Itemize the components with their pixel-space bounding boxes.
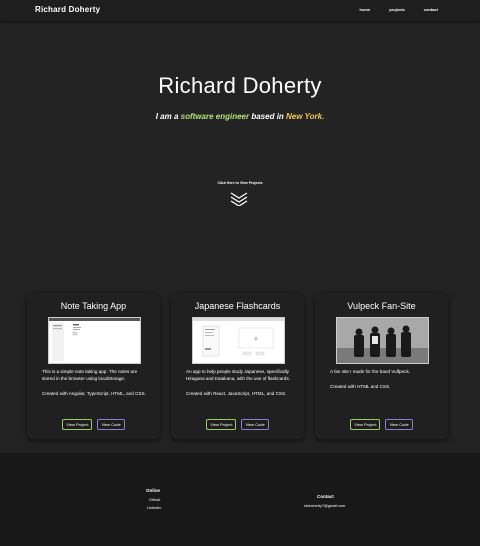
view-code-button[interactable]: View Code (385, 419, 413, 430)
project-card-japanese-flashcards: Japanese Flashcards あ An app to help peo… (171, 293, 304, 439)
band-photo (336, 317, 429, 364)
hero-sub-mid: based in (251, 112, 284, 121)
hero-title: Richard Doherty (158, 73, 322, 98)
nav-link-home[interactable]: home (360, 7, 371, 12)
footer-link-github[interactable]: Github (149, 498, 160, 502)
footer-online-heading: Online (146, 488, 161, 493)
project-description: A fan site I made for the band Vulfpeck.… (330, 369, 411, 389)
footer-email-link[interactable]: rdohcherty7@gmail.com (304, 504, 345, 508)
project-title: Vulpeck Fan-Site (347, 301, 416, 311)
project-description: An app to help people study Japanese, sp… (186, 369, 290, 397)
chevron-down-icon[interactable] (229, 190, 249, 206)
hero-subtitle: I am a software engineer based in New Yo… (0, 112, 480, 121)
hero-sub-city: New York. (286, 112, 325, 121)
nav-link-contact[interactable]: contact (424, 7, 438, 12)
footer: Online Github LinkedIn Contact rdohchert… (0, 453, 480, 546)
footer-link-linkedin[interactable]: LinkedIn (147, 506, 161, 510)
navbar: Richard Doherty home projects contact (0, 0, 480, 21)
project-title: Note Taking App (60, 301, 127, 311)
nav-links: home projects contact (360, 7, 438, 12)
svg-text:あ: あ (254, 336, 258, 341)
hero-sub-prefix: I am a (155, 112, 179, 121)
view-projects-link[interactable]: Click Here to View Projects (0, 181, 480, 185)
view-project-button[interactable]: View Project (206, 419, 237, 430)
project-screenshot (48, 317, 141, 364)
project-screenshot: あ (192, 317, 285, 364)
project-card-note-taking: Note Taking App This is a simple note ta… (27, 293, 160, 439)
view-project-button[interactable]: View Project (350, 419, 381, 430)
hero-sub-role: software engineer (180, 112, 250, 121)
brand-title[interactable]: Richard Doherty (35, 5, 100, 14)
footer-contact-heading: Contact (317, 494, 334, 499)
view-code-button[interactable]: View Code (97, 419, 125, 430)
view-project-button[interactable]: View Project (62, 419, 93, 430)
project-card-vulfpeck: Vulpeck Fan-Site A fan site I made for t… (315, 293, 448, 439)
nav-link-projects[interactable]: projects (389, 7, 405, 12)
view-code-button[interactable]: View Code (241, 419, 269, 430)
project-description: This is a simple note taking app. The no… (42, 369, 146, 397)
project-title: Japanese Flashcards (194, 301, 281, 311)
